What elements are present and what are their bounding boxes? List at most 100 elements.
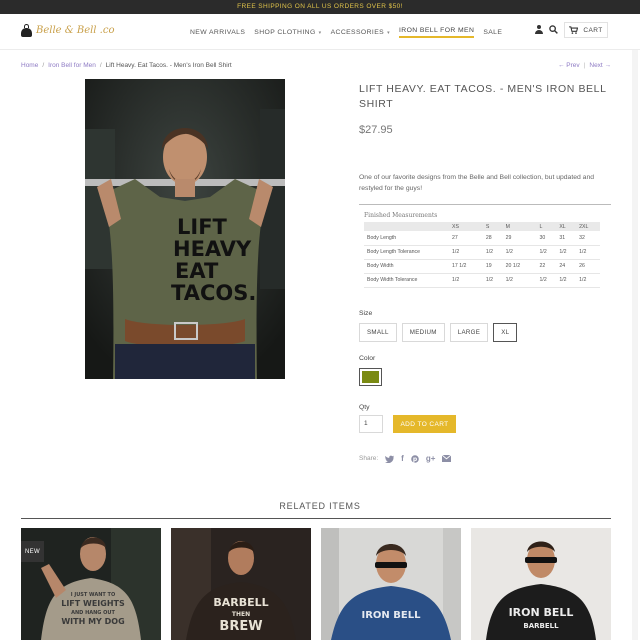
twitter-icon[interactable] xyxy=(385,455,395,463)
print-line: THEN xyxy=(232,611,250,618)
print-line: BREW xyxy=(219,619,262,634)
product-pager: ← Prev | Next → xyxy=(558,62,611,69)
table-cell: 1/2 xyxy=(449,245,483,260)
cart-label: CART xyxy=(583,26,603,34)
table-cell: 1/2 xyxy=(502,273,537,288)
size-option-small[interactable]: SMALL xyxy=(359,323,397,342)
table-cell: 17 1/2 xyxy=(449,259,483,274)
header-icons xyxy=(534,25,558,34)
product-description: One of our favorite designs from the Bel… xyxy=(359,174,595,192)
table-cell: 26 xyxy=(576,259,600,274)
product-price: $27.95 xyxy=(359,124,393,136)
table-cell: 29 xyxy=(502,231,537,246)
add-to-cart-button[interactable]: ADD TO CART xyxy=(393,415,456,433)
table-cell: 22 xyxy=(536,259,557,274)
breadcrumb-home[interactable]: Home xyxy=(21,62,38,69)
qty-label: Qty xyxy=(359,404,370,411)
kettlebell-logo-icon xyxy=(21,24,32,37)
print-line: BARBELL xyxy=(213,596,268,609)
nav-shop-clothing[interactable]: SHOP CLOTHING ▾ xyxy=(254,27,321,38)
facebook-icon[interactable]: f xyxy=(401,454,404,463)
table-cell: Body Width Tolerance xyxy=(364,273,449,288)
pager-separator: | xyxy=(583,62,586,69)
new-badge: NEW xyxy=(21,541,44,562)
breadcrumb-collection[interactable]: Iron Bell for Men xyxy=(48,62,96,69)
quantity-input[interactable]: 1 xyxy=(359,415,383,433)
print-line: AND HANG OUT xyxy=(71,610,115,616)
size-option-medium[interactable]: MEDIUM xyxy=(401,323,445,342)
table-cell: 1/2 xyxy=(536,273,557,288)
user-icon[interactable] xyxy=(534,25,543,34)
breadcrumb: Home / Iron Bell for Men / Lift Heavy. Eat T… xyxy=(21,62,232,69)
related-item-photo: IRON BELL BARBELL xyxy=(471,528,611,640)
table-cell: 1/2 xyxy=(556,245,577,260)
logo[interactable]: Belle & Bell .co xyxy=(21,24,114,37)
next-link[interactable]: Next → xyxy=(589,62,611,69)
table-cell: 30 xyxy=(536,231,557,246)
color-swatch-olive[interactable] xyxy=(359,368,382,386)
breadcrumb-separator: / xyxy=(42,62,45,69)
size-option-large[interactable]: LARGE xyxy=(449,323,489,342)
promo-text: FREE SHIPPING ON ALL US ORDERS OVER $50! xyxy=(237,3,403,10)
size-label: Size xyxy=(359,310,373,317)
table-cell: Body Length Tolerance xyxy=(364,245,449,260)
table-cell: 24 xyxy=(556,259,577,274)
print-line: WITH MY DOG xyxy=(61,617,124,626)
scrollbar[interactable] xyxy=(632,50,638,640)
table-cell: 1/2 xyxy=(482,245,503,260)
nav-label: IRON BELL FOR MEN xyxy=(399,27,475,34)
print-line: LIFT WEIGHTS xyxy=(61,599,125,608)
nav-accessories[interactable]: ACCESSORIES ▾ xyxy=(331,27,390,38)
nav-label: SHOP CLOTHING xyxy=(254,29,316,36)
related-item-4[interactable]: IRON BELL BARBELL xyxy=(471,528,611,640)
table-header: XL xyxy=(556,222,577,231)
shirt-print-line-2: HEAVY xyxy=(173,237,252,261)
table-cell: 1/2 xyxy=(576,273,600,288)
table-row: Body Length 27 28 29 30 31 32 xyxy=(364,231,600,246)
table-cell: 1/2 xyxy=(556,273,577,288)
prev-link[interactable]: ← Prev xyxy=(558,62,580,69)
table-row: Body Length Tolerance 1/2 1/2 1/2 1/2 1/2 1/2 xyxy=(364,245,600,260)
related-item-3[interactable]: IRON BELL xyxy=(321,528,461,640)
site-header: Belle & Bell .co NEW ARRIVALS SHOP CLOTH… xyxy=(0,14,640,50)
table-header: L xyxy=(536,222,557,231)
share-label: Share: xyxy=(359,455,379,462)
table-header: M xyxy=(502,222,537,231)
pinterest-icon[interactable]: p xyxy=(411,454,419,463)
table-header: XS xyxy=(449,222,483,231)
size-selector: SMALL MEDIUM LARGE XL xyxy=(359,323,522,342)
product-image[interactable]: LIFT HEAVY EAT TACOS. xyxy=(85,79,285,379)
print-line: IRON BELL xyxy=(362,610,422,621)
cart-button[interactable]: CART xyxy=(564,22,608,38)
measurements-table: XS S M L XL 2XL Body Length 27 28 29 30 31 32 … xyxy=(364,222,600,288)
nav-iron-bell-for-men[interactable]: IRON BELL FOR MEN xyxy=(399,27,475,38)
table-header-row: XS S M L XL 2XL xyxy=(364,222,600,231)
color-label: Color xyxy=(359,355,376,362)
main-nav: NEW ARRIVALS SHOP CLOTHING ▾ ACCESSORIES ▾… xyxy=(190,27,511,38)
shirt-print-line-3: EAT xyxy=(175,259,219,283)
nav-new-arrivals[interactable]: NEW ARRIVALS xyxy=(190,27,245,38)
table-cell: 27 xyxy=(449,231,483,246)
chevron-down-icon: ▾ xyxy=(387,29,391,36)
table-cell: 1/2 xyxy=(502,245,537,260)
table-header xyxy=(364,222,449,231)
table-cell: 1/2 xyxy=(449,273,483,288)
table-cell: 1/2 xyxy=(536,245,557,260)
table-cell: 32 xyxy=(576,231,600,246)
chevron-down-icon: ▾ xyxy=(318,29,322,36)
nav-label: NEW ARRIVALS xyxy=(190,29,246,36)
table-header: 2XL xyxy=(576,222,600,231)
google-plus-icon[interactable]: g+ xyxy=(426,454,436,463)
related-item-photo: IRON BELL xyxy=(321,528,461,640)
email-icon[interactable] xyxy=(442,455,452,462)
table-cell: Body Length xyxy=(364,231,449,246)
size-option-xl[interactable]: XL xyxy=(493,323,518,342)
table-cell: Body Width xyxy=(364,259,449,274)
related-item-photo: BARBELL THEN BREW xyxy=(171,528,311,640)
promo-banner: FREE SHIPPING ON ALL US ORDERS OVER $50! xyxy=(0,0,640,14)
share-bar: Share: f p g+ xyxy=(359,454,452,463)
search-icon[interactable] xyxy=(549,25,558,34)
nav-sale[interactable]: SALE xyxy=(483,27,502,38)
related-item-2[interactable]: BARBELL THEN BREW xyxy=(171,528,311,640)
breadcrumb-separator: / xyxy=(99,62,102,69)
